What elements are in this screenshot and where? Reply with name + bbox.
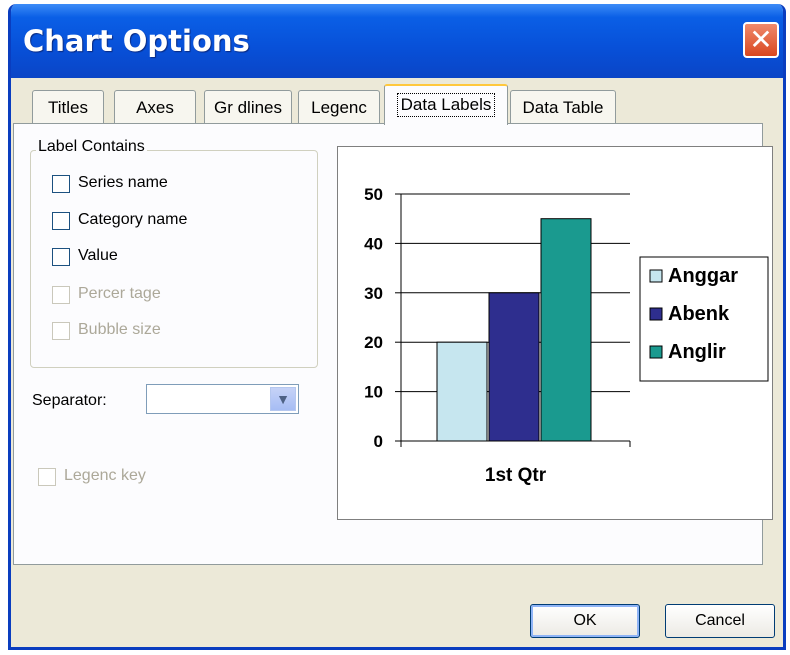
checkbox-box	[52, 322, 70, 340]
close-icon: ✕	[749, 23, 773, 56]
value-label: Value	[78, 247, 118, 264]
series-name-label: Series name	[78, 174, 168, 191]
chevron-down-icon[interactable]: ▼	[270, 387, 296, 411]
checkbox-box[interactable]	[52, 212, 70, 230]
y-tick-label: 40	[364, 234, 383, 253]
y-tick-label: 0	[374, 432, 383, 451]
y-tick-label: 10	[364, 383, 383, 402]
tab-data-labels[interactable]: Data Labels	[384, 84, 508, 125]
legend-swatch	[649, 269, 663, 283]
legend-label: Anggar	[668, 265, 738, 287]
window-title: Chart Options	[23, 24, 250, 58]
tab-gridlines[interactable]: Gr dlines	[204, 90, 292, 124]
checkbox-box[interactable]	[52, 175, 70, 193]
checkbox-box[interactable]	[52, 248, 70, 266]
y-tick-label: 20	[364, 333, 383, 352]
checkbox-box	[38, 468, 56, 486]
title-bar[interactable]: Chart Options ✕	[11, 4, 783, 78]
legend-label: Anglir	[668, 341, 726, 363]
legend-swatch	[649, 345, 663, 359]
bubble-size-label: Bubble size	[78, 321, 161, 338]
label-contains-group	[30, 150, 318, 368]
y-tick-label: 30	[364, 284, 383, 303]
tab-data-labels-label: Data Labels	[396, 93, 496, 117]
bar-anggar	[436, 341, 488, 442]
category-label: 1st Qtr	[485, 465, 547, 486]
legend-label: Abenk	[668, 303, 730, 325]
category-name-label: Category name	[78, 211, 188, 228]
close-button[interactable]: ✕	[743, 22, 779, 58]
tab-data-table[interactable]: Data Table	[510, 90, 616, 124]
y-tick-label: 50	[364, 185, 383, 204]
separator-select[interactable]: ▼	[146, 384, 299, 414]
legend-swatch	[649, 307, 663, 321]
tab-titles[interactable]: Titles	[32, 90, 104, 124]
legend-key-label: Legenc key	[64, 467, 146, 484]
bar-anglir	[540, 218, 592, 442]
chart-svg: 0 10 20 30 40 50 1st Qtr Anggar Abenk Anglir	[364, 185, 769, 486]
tab-legend[interactable]: Legenc	[298, 90, 380, 124]
cancel-button[interactable]: Cancel	[665, 604, 775, 638]
ok-button[interactable]: OK	[530, 604, 640, 638]
separator-label: Separator:	[32, 392, 107, 409]
tab-axes[interactable]: Axes	[114, 90, 196, 124]
checkbox-box	[52, 286, 70, 304]
label-contains-heading: Label Contains	[36, 138, 147, 156]
percentage-label: Percer tage	[78, 285, 161, 302]
chart-preview: 0 10 20 30 40 50 1st Qtr Anggar Abenk Anglir	[337, 146, 773, 520]
bar-abenk	[488, 292, 540, 442]
